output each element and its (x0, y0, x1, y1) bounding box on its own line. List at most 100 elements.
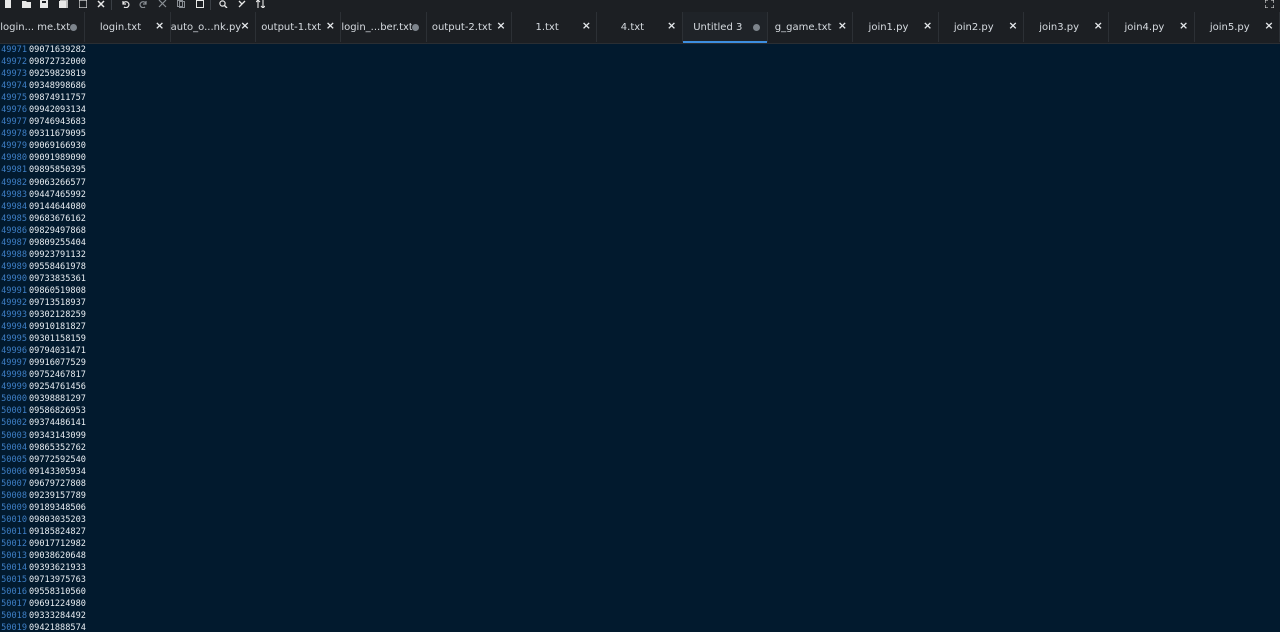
paste-icon[interactable] (195, 0, 205, 8)
code-line[interactable]: 09910181827 (29, 321, 86, 333)
editor-content[interactable]: 09071639282 09872732000 09259829819 0934899… (29, 44, 86, 632)
tab-item[interactable]: login... me.txt (0, 12, 86, 42)
tab-item[interactable]: join2.py × (939, 12, 1024, 42)
close-tab-icon[interactable]: × (667, 20, 677, 31)
code-line[interactable]: 09239157789 (29, 490, 86, 502)
tab-item[interactable]: g_game.txt × (768, 12, 854, 42)
close-icon[interactable] (96, 0, 106, 8)
code-line[interactable]: 09794031471 (29, 345, 86, 357)
text-editor[interactable]: 49971 49972 49973 49974 49975 49976 49977 49978… (0, 44, 1280, 632)
code-line[interactable]: 09679727808 (29, 478, 86, 490)
code-line[interactable]: 09017712982 (29, 538, 86, 550)
code-line[interactable]: 09144644080 (29, 201, 86, 213)
code-line[interactable]: 09393621933 (29, 562, 86, 574)
open-file-icon[interactable] (21, 0, 31, 8)
code-line[interactable]: 09874911757 (29, 92, 86, 104)
code-line[interactable]: 09916077529 (29, 357, 86, 369)
modified-dot-icon[interactable] (70, 24, 78, 31)
code-line[interactable]: 09772592540 (29, 454, 86, 466)
active-tab-indicator (682, 41, 767, 43)
code-line[interactable]: 09189348506 (29, 502, 86, 514)
close-tab-icon[interactable]: × (155, 20, 165, 31)
code-line[interactable]: 09302128259 (29, 309, 86, 321)
code-line[interactable]: 09865352762 (29, 442, 86, 454)
redo-icon[interactable] (138, 0, 148, 8)
line-number: 50011 (1, 526, 27, 537)
code-line[interactable]: 09185824827 (29, 526, 86, 538)
code-line[interactable]: 09872732000 (29, 56, 86, 68)
cut-icon[interactable] (157, 0, 167, 8)
copy-icon[interactable] (176, 0, 186, 8)
code-line[interactable]: 09733835361 (29, 273, 86, 285)
code-line[interactable]: 09421888574 (29, 622, 86, 632)
new-file-icon[interactable] (3, 0, 13, 8)
code-line[interactable]: 09254761456 (29, 381, 86, 393)
close-tab-icon[interactable]: × (1264, 20, 1274, 31)
tab-item[interactable]: login.txt × (85, 12, 171, 42)
close-tab-icon[interactable]: × (496, 20, 506, 31)
tab-item[interactable]: Untitled 3 (682, 12, 768, 43)
code-line[interactable]: 09923791132 (29, 249, 86, 261)
code-line[interactable]: 09333284492 (29, 610, 86, 622)
code-line[interactable]: 09942093134 (29, 104, 86, 116)
code-line[interactable]: 09343143099 (29, 430, 86, 442)
modified-dot-icon[interactable] (411, 24, 419, 31)
modified-dot-icon[interactable] (752, 24, 760, 31)
code-line[interactable]: 09259829819 (29, 68, 86, 80)
sort-icon[interactable] (255, 0, 265, 8)
code-line[interactable]: 09038620648 (29, 550, 86, 562)
close-tab-icon[interactable]: × (1179, 20, 1189, 31)
code-line[interactable]: 09586826953 (29, 405, 86, 417)
code-line[interactable]: 09713518937 (29, 297, 86, 309)
undo-icon[interactable] (120, 0, 130, 8)
code-line[interactable]: 09301158159 (29, 333, 86, 345)
tab-item[interactable]: login_...ber.txt (341, 12, 427, 42)
code-line[interactable]: 09803035203 (29, 514, 86, 526)
code-line[interactable]: 09829497868 (29, 225, 86, 237)
code-line[interactable]: 09398881297 (29, 393, 86, 405)
code-line[interactable]: 09752467817 (29, 369, 86, 381)
tab-item[interactable]: auto_o...nk.py × (171, 12, 256, 42)
code-line[interactable]: 09558461978 (29, 261, 86, 273)
save-as-icon[interactable] (78, 0, 88, 8)
code-line[interactable]: 09895850395 (29, 164, 86, 176)
close-tab-icon[interactable]: × (325, 20, 335, 31)
close-tab-icon[interactable]: × (1093, 20, 1103, 31)
replace-icon[interactable] (237, 0, 247, 8)
code-line[interactable]: 09447465992 (29, 189, 86, 201)
code-line[interactable]: 09091989090 (29, 152, 86, 164)
close-tab-icon[interactable]: × (1008, 20, 1018, 31)
code-line[interactable]: 09374486141 (29, 417, 86, 429)
close-tab-icon[interactable]: × (581, 20, 591, 31)
search-icon[interactable] (218, 0, 228, 8)
code-line[interactable]: 09558310560 (29, 586, 86, 598)
tab-item[interactable]: 1.txt × (512, 12, 598, 42)
tab-item[interactable]: 4.txt × (597, 12, 683, 42)
close-tab-icon[interactable]: × (837, 20, 847, 31)
code-line[interactable]: 09063266577 (29, 177, 86, 189)
code-line[interactable]: 09860519808 (29, 285, 86, 297)
code-line[interactable]: 09691224980 (29, 598, 86, 610)
code-line[interactable]: 09143305934 (29, 466, 86, 478)
close-tab-icon[interactable]: × (240, 20, 250, 31)
code-line[interactable]: 09311679095 (29, 128, 86, 140)
tab-item[interactable]: output-1.txt × (256, 12, 342, 42)
tab-item[interactable]: join4.py × (1109, 12, 1195, 42)
tab-item[interactable]: join1.py × (853, 12, 939, 42)
code-line[interactable]: 09809255404 (29, 237, 86, 249)
save-all-icon[interactable] (58, 0, 68, 8)
tab-item[interactable]: output-2.txt × (427, 12, 512, 42)
code-line[interactable]: 09683676162 (29, 213, 86, 225)
line-number: 49989 (1, 261, 27, 272)
save-icon[interactable] (39, 0, 49, 8)
code-line[interactable]: 09713975763 (29, 574, 86, 586)
code-line[interactable]: 09069166930 (29, 140, 86, 152)
fullscreen-icon[interactable] (1264, 0, 1274, 8)
code-line[interactable]: 09348998686 (29, 80, 86, 92)
code-line[interactable]: 09071639282 (29, 44, 86, 56)
close-tab-icon[interactable]: × (923, 20, 933, 31)
code-line[interactable]: 09746943683 (29, 116, 86, 128)
line-number: 49986 (1, 225, 27, 236)
tab-item[interactable]: join3.py × (1024, 12, 1110, 42)
tab-item[interactable]: join5.py × (1195, 12, 1280, 42)
